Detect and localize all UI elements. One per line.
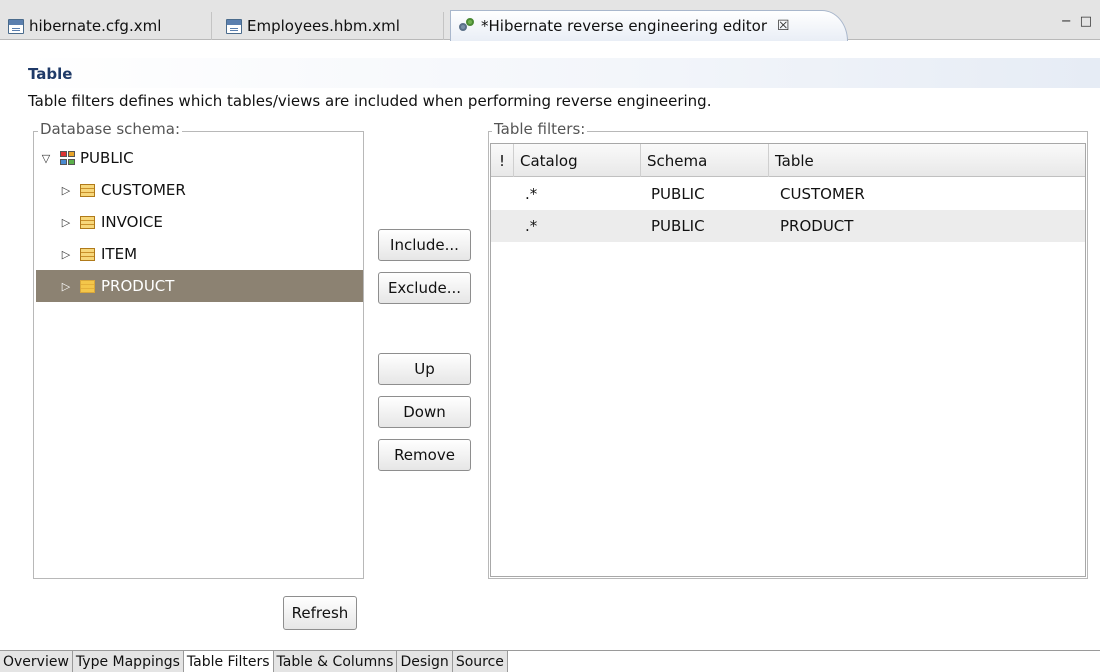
page-tab-source[interactable]: Source xyxy=(452,651,508,672)
tab-label: hibernate.cfg.xml xyxy=(29,17,162,35)
editor-tab-bar: hibernate.cfg.xml Employees.hbm.xml *Hib… xyxy=(0,0,1100,41)
table-row[interactable]: .* PUBLIC CUSTOMER xyxy=(491,178,1085,210)
expand-arrow-icon[interactable]: ▽ xyxy=(38,152,54,165)
table-icon xyxy=(80,247,95,261)
tab-reverse-engineering-editor[interactable]: *Hibernate reverse engineering editor ☒ xyxy=(450,10,848,41)
page-tab-overview[interactable]: Overview xyxy=(0,651,73,672)
editor-page-tabs: Overview Type Mappings Table Filters Tab… xyxy=(0,650,1100,672)
table-cell[interactable]: CUSTOMER xyxy=(780,178,865,210)
column-header-table[interactable]: Table xyxy=(769,144,1085,177)
xml-file-icon xyxy=(226,18,242,34)
tab-hibernate-cfg[interactable]: hibernate.cfg.xml xyxy=(0,12,212,40)
tree-node-label: PRODUCT xyxy=(101,277,175,295)
table-filters-label: Table filters: xyxy=(492,120,588,138)
section-title: Table xyxy=(28,65,73,83)
exclude-button[interactable]: Exclude... xyxy=(378,272,471,304)
catalog-cell[interactable]: .* xyxy=(525,210,537,242)
tree-node-label: INVOICE xyxy=(101,213,163,231)
tree-node-product[interactable]: ▷ PRODUCT xyxy=(36,270,363,302)
column-header-catalog[interactable]: Catalog xyxy=(514,144,641,177)
schema-tree: ▽ PUBLIC ▷ CUSTOMER ▷ INVOICE ▷ ITEM ▷ P… xyxy=(36,142,363,302)
page-tab-design[interactable]: Design xyxy=(397,651,453,672)
tree-node-item[interactable]: ▷ ITEM xyxy=(36,238,363,270)
grid-header: ! Catalog Schema Table xyxy=(491,144,1085,177)
tree-node-label: PUBLIC xyxy=(80,149,134,167)
collapse-arrow-icon[interactable]: ▷ xyxy=(58,216,74,229)
down-button[interactable]: Down xyxy=(378,396,471,428)
schema-cell[interactable]: PUBLIC xyxy=(651,210,705,242)
tree-node-customer[interactable]: ▷ CUSTOMER xyxy=(36,174,363,206)
page-tab-type-mappings[interactable]: Type Mappings xyxy=(72,651,184,672)
up-button[interactable]: Up xyxy=(378,353,471,385)
section-description: Table filters defines which tables/views… xyxy=(28,92,712,110)
xml-file-icon xyxy=(8,18,24,34)
minimize-maximize-icon[interactable]: − □ xyxy=(1061,14,1094,29)
tab-label: Employees.hbm.xml xyxy=(247,17,400,35)
tab-employees-hbm[interactable]: Employees.hbm.xml xyxy=(218,12,444,40)
tree-node-public[interactable]: ▽ PUBLIC xyxy=(36,142,363,174)
table-cell[interactable]: PRODUCT xyxy=(780,210,853,242)
table-filters-grid: ! Catalog Schema Table .* PUBLIC CUSTOME… xyxy=(490,143,1086,577)
refresh-button[interactable]: Refresh xyxy=(283,596,357,630)
column-header-schema[interactable]: Schema xyxy=(641,144,769,177)
collapse-arrow-icon[interactable]: ▷ xyxy=(58,248,74,261)
remove-button[interactable]: Remove xyxy=(378,439,471,471)
tree-node-invoice[interactable]: ▷ INVOICE xyxy=(36,206,363,238)
schema-icon xyxy=(60,150,76,166)
database-schema-label: Database schema: xyxy=(38,120,182,138)
table-row[interactable]: .* PUBLIC PRODUCT xyxy=(491,210,1085,242)
table-icon xyxy=(80,183,95,197)
collapse-arrow-icon[interactable]: ▷ xyxy=(58,184,74,197)
column-header-exclude[interactable]: ! xyxy=(491,144,514,177)
tree-node-label: CUSTOMER xyxy=(101,181,186,199)
catalog-cell[interactable]: .* xyxy=(525,178,537,210)
hibernate-icon xyxy=(459,18,475,34)
tree-node-label: ITEM xyxy=(101,245,138,263)
collapse-arrow-icon[interactable]: ▷ xyxy=(58,280,74,293)
page-tab-table-columns[interactable]: Table & Columns xyxy=(273,651,398,672)
table-icon xyxy=(80,215,95,229)
section-header-background xyxy=(20,58,1100,88)
page-tab-table-filters[interactable]: Table Filters xyxy=(183,651,274,672)
include-button[interactable]: Include... xyxy=(378,229,471,261)
close-tab-icon[interactable]: ☒ xyxy=(777,18,790,34)
schema-cell[interactable]: PUBLIC xyxy=(651,178,705,210)
table-icon xyxy=(80,279,95,293)
tab-label: *Hibernate reverse engineering editor xyxy=(481,17,767,35)
